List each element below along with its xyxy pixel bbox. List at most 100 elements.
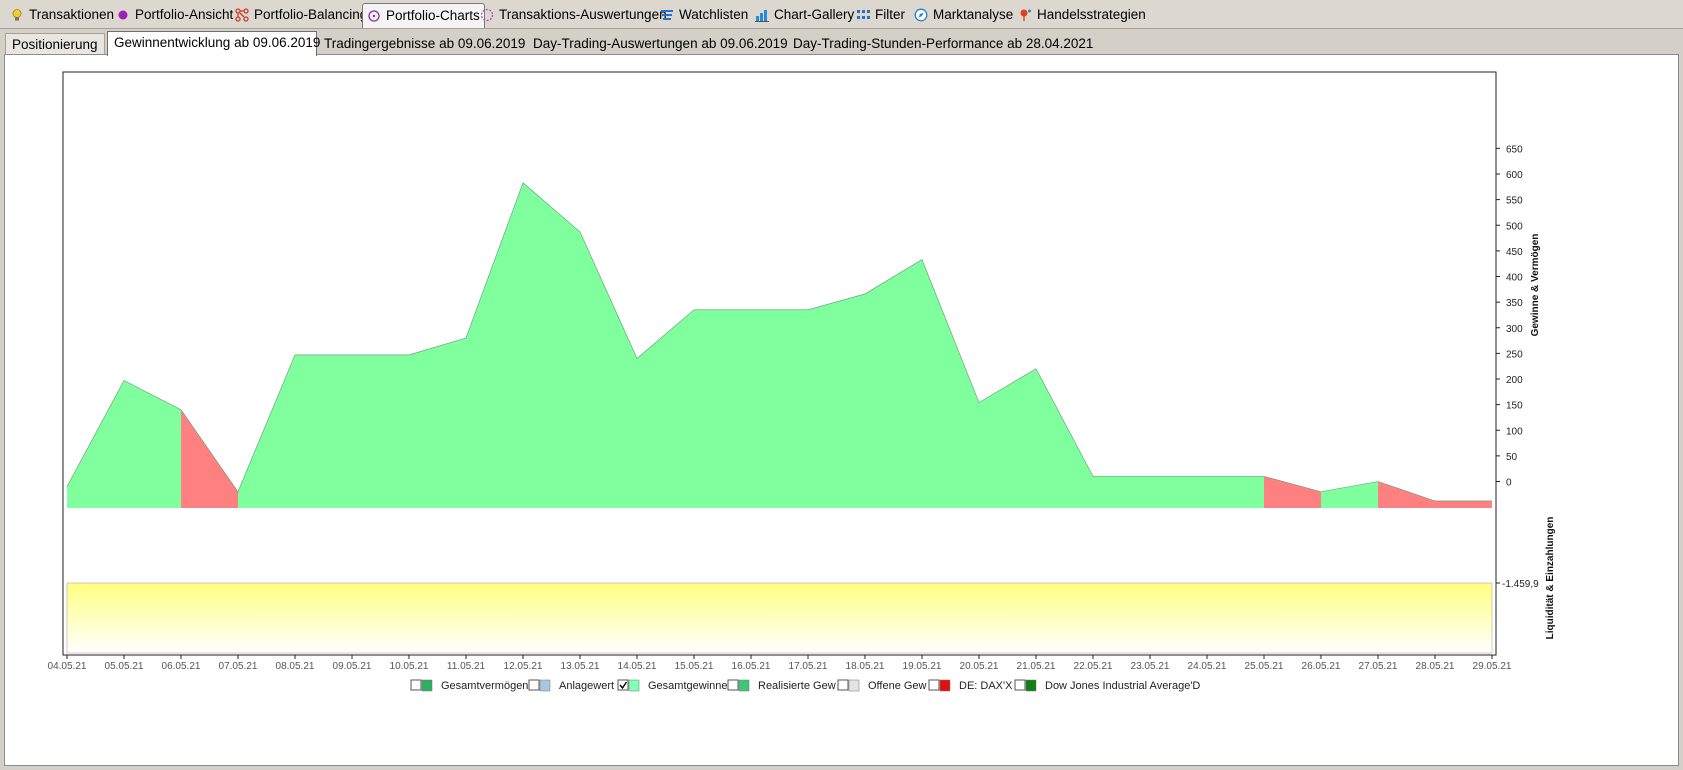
area-segment-08.05.21 xyxy=(295,354,352,508)
legend-label[interactable]: Offene Gew xyxy=(868,680,927,692)
area-segment-18.05.21 xyxy=(865,259,922,508)
x-tick-label: 06.05.21 xyxy=(162,661,201,672)
tab-label: Tradingergebnisse ab 09.06.2019 xyxy=(324,36,526,51)
y-tick-label: 100 xyxy=(1506,426,1523,437)
area-segment-15.05.21 xyxy=(694,309,751,508)
tab-label: Gewinnentwicklung ab 09.06.2019 xyxy=(114,35,321,50)
tab-transaktions-auswertungen[interactable]: Transaktions-Auswertungen xyxy=(480,5,667,25)
legend-label[interactable]: DE: DAX'X xyxy=(959,680,1013,692)
y-tick-label: 200 xyxy=(1506,375,1523,386)
y-tick-label: 650 xyxy=(1506,144,1523,155)
pin-icon xyxy=(1018,8,1032,22)
y-tick-label: 550 xyxy=(1506,196,1523,207)
tab-filter[interactable]: Filter xyxy=(856,5,905,25)
dashed-circle-icon xyxy=(480,8,494,22)
tab-handelsstrategien[interactable]: Handelsstrategien xyxy=(1018,5,1146,25)
tab-transaktionen[interactable]: Transaktionen xyxy=(10,5,114,25)
area-segment-12.05.21 xyxy=(523,182,580,508)
tab-label: Positionierung xyxy=(12,37,98,52)
tab-portfolio-balancing[interactable]: Portfolio-Balancing xyxy=(235,5,367,25)
module-tab-bar: Transaktionen Portfolio-Ansicht Portfoli… xyxy=(0,0,1683,29)
legend-color-swatch xyxy=(539,679,551,692)
circle-icon xyxy=(367,9,381,23)
y-tick-label: 300 xyxy=(1506,324,1523,335)
area-segment-10.05.21 xyxy=(409,338,466,508)
tab-positionierung[interactable]: Positionierung xyxy=(5,33,105,55)
tab-tradingergebnisse[interactable]: Tradingergebnisse ab 09.06.2019 xyxy=(318,33,526,55)
x-tick-label: 29.05.21 xyxy=(1473,661,1512,672)
tab-label: Day-Trading-Stunden-Performance ab 28.04… xyxy=(793,36,1094,51)
x-tick-label: 19.05.21 xyxy=(903,661,942,672)
legend-label[interactable]: Realisierte Gew xyxy=(758,680,836,692)
chart-panel: 650 600 550 500 450 400 350 300 250 200 150 100 50 0-… xyxy=(4,54,1679,766)
tab-portfolio-charts[interactable]: Portfolio-Charts xyxy=(362,3,485,28)
tab-gewinnentwicklung[interactable]: Gewinnentwicklung ab 09.06.2019 xyxy=(107,31,321,56)
bulb-icon xyxy=(10,8,24,22)
tab-label: Transaktions-Auswertungen xyxy=(499,7,667,22)
legend-checkbox[interactable] xyxy=(928,679,940,691)
x-tick-label: 20.05.21 xyxy=(960,661,999,672)
legend-label[interactable]: Gesamtvermögen xyxy=(441,680,528,692)
y-axis-title-gewinne: Gewinne & Vermögen xyxy=(1530,234,1541,337)
x-tick-label: 12.05.21 xyxy=(504,661,543,672)
legend-label[interactable]: Gesamtgewinne xyxy=(648,680,728,692)
x-tick-label: 09.05.21 xyxy=(333,661,372,672)
x-tick-label: 07.05.21 xyxy=(219,661,258,672)
tab-label: Portfolio-Ansicht xyxy=(135,7,234,22)
x-tick-label: 11.05.21 xyxy=(447,661,486,672)
y-tick-label: 50 xyxy=(1506,452,1518,463)
liquidity-band xyxy=(66,582,1493,654)
x-tick-label: 14.05.21 xyxy=(618,661,657,672)
tab-watchlisten[interactable]: Watchlisten xyxy=(660,5,748,25)
tab-label: Filter xyxy=(875,7,905,22)
x-tick-label: 17.05.21 xyxy=(789,661,828,672)
area-segment-16.05.21 xyxy=(751,309,808,508)
dot-icon xyxy=(116,8,130,22)
x-tick-label: 10.05.21 xyxy=(390,661,429,672)
x-tick-label: 04.05.21 xyxy=(48,661,87,672)
legend-checkbox[interactable] xyxy=(837,679,849,691)
y-axis-title-liquiditaet: Liquidität & Einzahlungen xyxy=(1545,517,1556,640)
legend-color-swatch xyxy=(939,679,951,692)
x-tick-label: 15.05.21 xyxy=(675,661,714,672)
area-segment-17.05.21 xyxy=(808,293,865,508)
legend-color-swatch xyxy=(421,679,433,692)
profit-chart[interactable]: 650600550500450400350300250200150100500-… xyxy=(5,55,1678,765)
legend-checkbox[interactable] xyxy=(528,679,540,691)
x-tick-label: 22.05.21 xyxy=(1074,661,1113,672)
tab-portfolio-ansicht[interactable]: Portfolio-Ansicht xyxy=(116,5,233,25)
x-tick-label: 24.05.21 xyxy=(1188,661,1227,672)
y-tick-label: 0 xyxy=(1506,478,1512,489)
y-tick-label: 150 xyxy=(1506,401,1523,412)
list-icon xyxy=(660,8,674,22)
tab-label: Day-Trading-Auswertungen ab 09.06.2019 xyxy=(533,36,788,51)
tab-label: Portfolio-Balancing xyxy=(254,7,368,22)
x-tick-label: 16.05.21 xyxy=(732,661,771,672)
x-tick-label: 23.05.21 xyxy=(1131,661,1170,672)
x-tick-label: 28.05.21 xyxy=(1416,661,1455,672)
legend-checkbox[interactable] xyxy=(727,679,739,691)
y-tick-label: 450 xyxy=(1506,247,1523,258)
tab-chart-gallery[interactable]: Chart-Gallery xyxy=(755,5,854,25)
legend-label[interactable]: Anlagewert xyxy=(559,680,614,692)
tab-day-trading-auswertungen[interactable]: Day-Trading-Auswertungen ab 09.06.2019 xyxy=(527,33,788,55)
tab-label: Chart-Gallery xyxy=(774,7,855,22)
tab-label: Handelsstrategien xyxy=(1037,7,1146,22)
grid-icon xyxy=(856,8,870,22)
y-tick-label: 500 xyxy=(1506,221,1523,232)
legend-color-swatch xyxy=(848,679,860,692)
tab-label: Transaktionen xyxy=(29,7,115,22)
legend-checkbox[interactable] xyxy=(410,679,422,691)
tab-marktanalyse[interactable]: Marktanalyse xyxy=(914,5,1013,25)
chart-tab-bar: Positionierung Gewinnentwicklung ab 09.0… xyxy=(4,29,1679,56)
area-segment-22.05.21 xyxy=(1093,476,1150,508)
legend-checkbox[interactable] xyxy=(1014,679,1026,691)
y-tick-label: 400 xyxy=(1506,273,1523,284)
legend-label[interactable]: Dow Jones Industrial Average'D xyxy=(1045,680,1200,692)
x-tick-label: 08.05.21 xyxy=(276,661,315,672)
legend-color-swatch xyxy=(1025,679,1037,692)
tab-day-trading-stunden-performance[interactable]: Day-Trading-Stunden-Performance ab 28.04… xyxy=(787,33,1093,55)
network-icon xyxy=(235,8,249,22)
tab-label: Marktanalyse xyxy=(933,7,1014,22)
y-tick-label: 250 xyxy=(1506,349,1523,360)
